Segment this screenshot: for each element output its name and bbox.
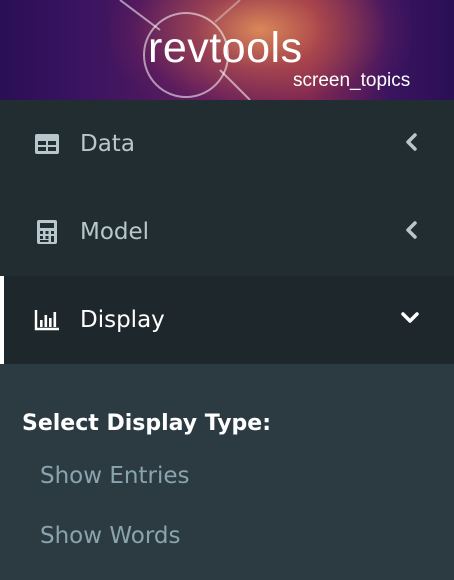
app-banner: revtools screen_topics: [0, 0, 454, 100]
sidebar-item-data[interactable]: Data: [0, 100, 454, 188]
display-type-heading: Select Display Type:: [22, 411, 272, 436]
chevron-down-icon: [401, 312, 419, 323]
sidebar-item-label: Data: [80, 131, 135, 157]
show-entries-option[interactable]: Show Entries: [40, 462, 454, 490]
app-subtitle: screen_topics: [293, 70, 411, 91]
display-type-panel: Select Display Type: Show Entries Show W…: [0, 364, 454, 550]
app-logo: revtools: [148, 24, 303, 72]
sidebar-item-label: Display: [80, 307, 165, 333]
show-words-option[interactable]: Show Words: [40, 522, 454, 550]
chevron-left-icon: [406, 133, 417, 151]
bar-chart-icon: [34, 310, 59, 331]
sidebar-item-model[interactable]: Model: [0, 188, 454, 276]
sidebar-menu: Data Model Display: [0, 100, 454, 364]
table-icon: [35, 134, 59, 154]
chevron-left-icon: [406, 221, 417, 239]
sidebar-item-label: Model: [80, 219, 150, 245]
calculator-icon: [37, 220, 57, 244]
sidebar-item-display[interactable]: Display: [0, 276, 454, 364]
